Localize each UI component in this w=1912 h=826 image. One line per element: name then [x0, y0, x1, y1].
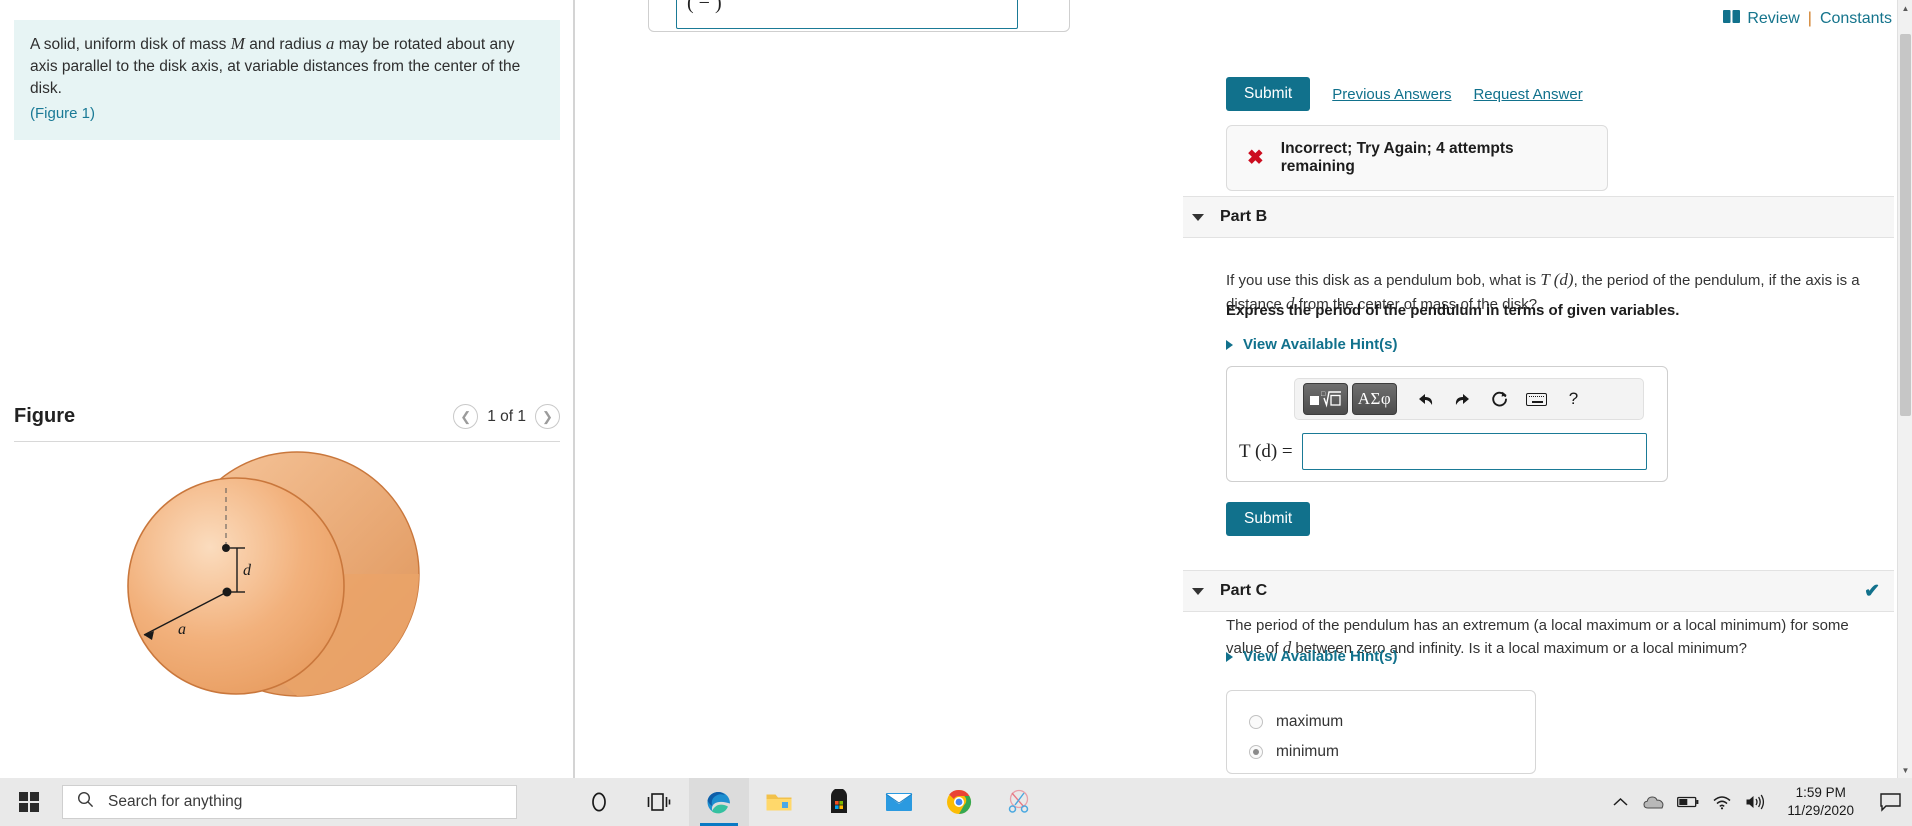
previous-answers-link[interactable]: Previous Answers: [1332, 86, 1451, 103]
problem-text-part1: A solid, uniform disk of mass: [30, 36, 231, 53]
figure-counter: 1 of 1: [487, 407, 526, 425]
option-maximum[interactable]: maximum: [1227, 707, 1535, 737]
snip-sketch-icon[interactable]: [989, 778, 1049, 826]
application-window: A solid, uniform disk of mass M and radi…: [0, 0, 1912, 826]
help-button[interactable]: ?: [1557, 383, 1590, 415]
part-b-answer-card: □ ΑΣφ ? T (d) =: [1226, 366, 1668, 482]
system-tray: 1:59 PM 11/29/2020: [1603, 778, 1912, 826]
scroll-down-icon[interactable]: ▼: [1898, 762, 1912, 778]
figure-image: d a: [0, 450, 574, 778]
problem-statement: A solid, uniform disk of mass M and radi…: [14, 20, 560, 141]
constants-link[interactable]: Constants: [1820, 10, 1892, 28]
part-b-hint-label: View Available Hint(s): [1243, 336, 1398, 353]
cortana-icon[interactable]: [569, 778, 629, 826]
part-a-answer-card: ( − ): [648, 0, 1070, 32]
option-minimum[interactable]: minimum: [1227, 737, 1535, 767]
microsoft-store-icon[interactable]: [809, 778, 869, 826]
clock[interactable]: 1:59 PM 11/29/2020: [1773, 784, 1868, 820]
part-b-question-T: T (d): [1540, 270, 1574, 289]
task-view-icon[interactable]: [629, 778, 689, 826]
figure-title: Figure: [14, 405, 76, 427]
greek-symbols-button[interactable]: ΑΣφ: [1352, 383, 1397, 415]
part-a-feedback: ✖ Incorrect; Try Again; 4 attempts remai…: [1226, 125, 1608, 191]
problem-panel: A solid, uniform disk of mass M and radi…: [0, 0, 574, 778]
undo-arrow-icon[interactable]: [1409, 383, 1442, 415]
figure-1-link[interactable]: (Figure 1): [30, 103, 544, 124]
part-c-hint-label: View Available Hint(s): [1243, 648, 1398, 665]
figure-label-a: a: [178, 621, 186, 638]
part-a-actions: Submit Previous Answers Request Answer: [1226, 77, 1583, 111]
keyboard-icon[interactable]: [1520, 383, 1553, 415]
figure-next-button[interactable]: ❯: [535, 404, 560, 429]
volume-icon[interactable]: [1739, 778, 1773, 826]
clock-date: 11/29/2020: [1787, 803, 1854, 818]
part-c-hint-toggle[interactable]: View Available Hint(s): [1226, 648, 1398, 665]
option-maximum-label: maximum: [1276, 713, 1344, 730]
assignment-panel: Review | Constants ( − ) Submit Previous…: [575, 0, 1912, 778]
problem-var-M: M: [230, 34, 245, 53]
taskbar-apps: [569, 778, 1049, 826]
template-icon[interactable]: □: [1303, 383, 1348, 415]
figure-prev-button[interactable]: ❮: [453, 404, 479, 429]
part-c-header[interactable]: Part C ✔: [1183, 570, 1894, 612]
search-placeholder-text: Search for anything: [108, 793, 243, 810]
feedback-message: Incorrect; Try Again; 4 attempts remaini…: [1280, 140, 1514, 175]
problem-text-part2: and radius: [244, 36, 326, 53]
part-c-options: maximum minimum: [1226, 690, 1536, 774]
scroll-up-icon[interactable]: ▲: [1898, 0, 1912, 16]
part-a-answer-input[interactable]: ( − ): [676, 0, 1018, 29]
search-input[interactable]: Search for anything: [62, 785, 517, 819]
radio-minimum[interactable]: [1249, 745, 1263, 759]
windows-taskbar: Search for anything 1:59 PM 11/29/2020: [0, 778, 1912, 826]
x-mark-icon: ✖: [1247, 147, 1264, 169]
redo-arrow-icon[interactable]: [1446, 383, 1479, 415]
book-icon: [1723, 10, 1741, 28]
review-constants-bar: Review | Constants: [1723, 10, 1892, 28]
review-link[interactable]: Review: [1747, 10, 1799, 28]
part-a-submit-button[interactable]: Submit: [1226, 77, 1311, 111]
caret-down-icon[interactable]: [1192, 213, 1204, 221]
check-mark-icon: ✔: [1864, 580, 1880, 602]
figure-header: Figure ❮ 1 of 1 ❯: [14, 404, 560, 442]
svg-text:□: □: [1321, 390, 1326, 398]
figure-label-d: d: [243, 562, 252, 579]
caret-down-icon[interactable]: [1192, 587, 1204, 595]
mail-icon[interactable]: [869, 778, 929, 826]
part-b-header[interactable]: Part B: [1183, 196, 1894, 238]
part-b-question-pre: If you use this disk as a pendulum bob, …: [1226, 272, 1541, 289]
caret-right-icon: [1226, 339, 1233, 350]
microsoft-edge-icon[interactable]: [689, 778, 749, 826]
request-answer-link[interactable]: Request Answer: [1473, 86, 1582, 103]
clock-time: 1:59 PM: [1795, 785, 1846, 801]
onedrive-cloud-icon[interactable]: [1637, 778, 1671, 826]
reset-circle-icon[interactable]: [1483, 383, 1516, 415]
figure-navigation: ❮ 1 of 1 ❯: [453, 404, 560, 429]
caret-right-icon: [1226, 651, 1233, 662]
radio-maximum[interactable]: [1249, 715, 1263, 729]
search-icon: [77, 791, 94, 813]
google-chrome-icon[interactable]: [929, 778, 989, 826]
part-b-hint-toggle[interactable]: View Available Hint(s): [1226, 336, 1398, 353]
part-b-answer-label: T (d) =: [1239, 440, 1293, 462]
math-toolbar: □ ΑΣφ ?: [1294, 378, 1644, 420]
review-separator: |: [1807, 10, 1812, 27]
show-hidden-icons-chevron[interactable]: [1603, 778, 1637, 826]
part-b-instruction: Express the period of the pendulum in te…: [1226, 302, 1680, 319]
part-b-answer-input[interactable]: [1301, 433, 1647, 470]
option-minimum-label: minimum: [1276, 743, 1339, 760]
battery-icon[interactable]: [1671, 778, 1705, 826]
part-b-title: Part B: [1220, 208, 1268, 225]
part-b-answer-row: T (d) =: [1239, 433, 1647, 470]
part-b-submit-button[interactable]: Submit: [1226, 502, 1311, 536]
action-center-icon[interactable]: [1868, 778, 1912, 826]
page-scrollbar[interactable]: ▲ ▼: [1897, 0, 1912, 778]
windows-start-icon[interactable]: [0, 778, 58, 826]
scrollbar-thumb[interactable]: [1900, 34, 1911, 416]
part-c-title: Part C: [1220, 582, 1268, 599]
wifi-icon[interactable]: [1705, 778, 1739, 826]
file-explorer-icon[interactable]: [749, 778, 809, 826]
